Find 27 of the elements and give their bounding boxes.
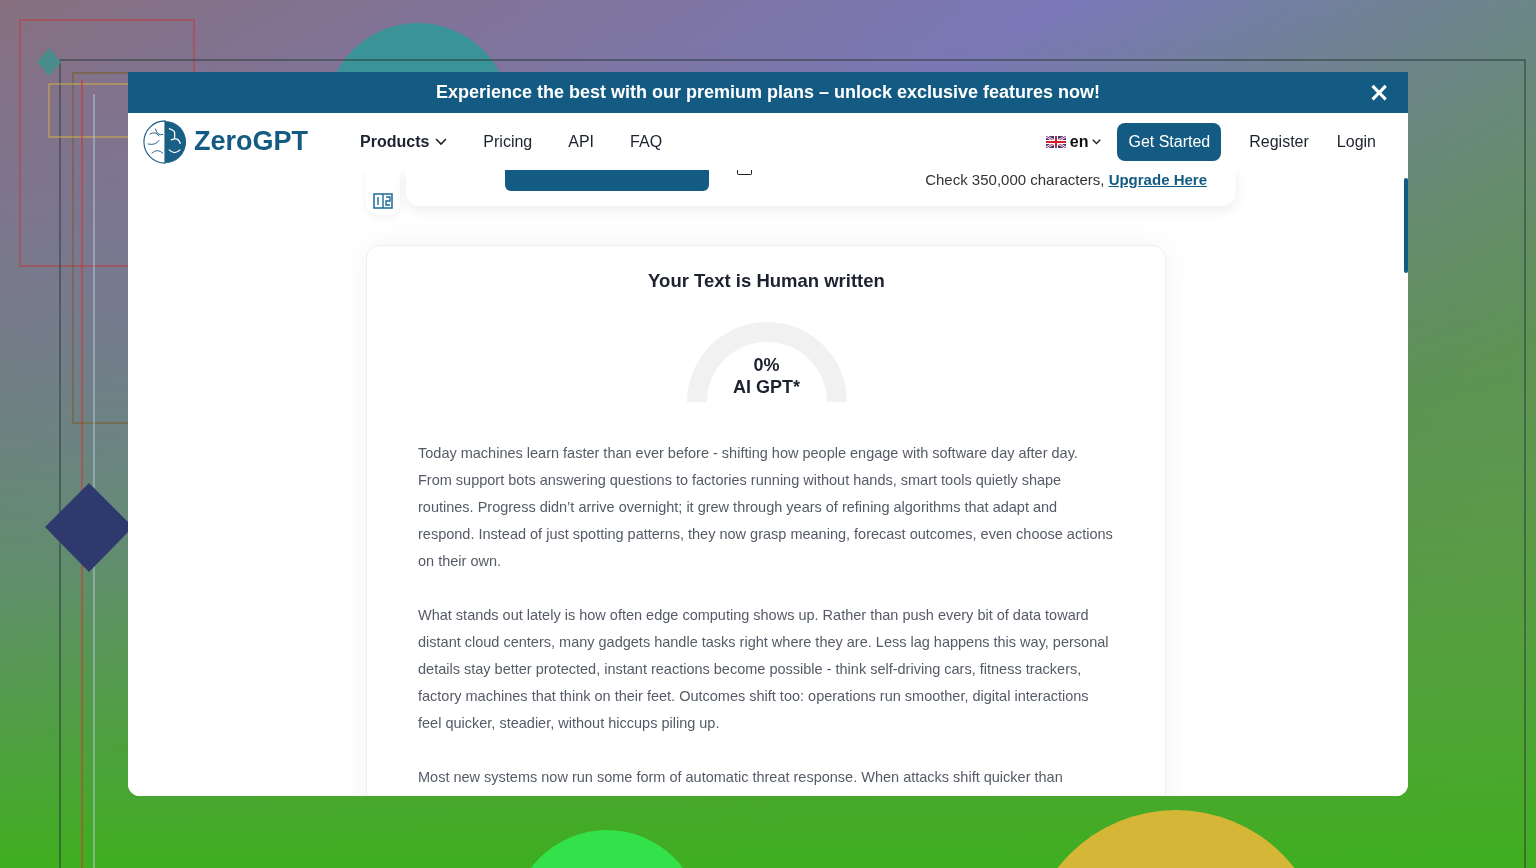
result-paragraph: Most new systems now run some form of automatic threat response. When attacks shift quicker than bbox=[418, 768, 1064, 787]
products-menu[interactable]: Products bbox=[360, 132, 448, 151]
promo-text: Experience the best with our premium plans – unlock exclusive features now! bbox=[435, 82, 1101, 103]
score-label: AI GPT* bbox=[733, 376, 800, 398]
language-selector[interactable]: en bbox=[1045, 132, 1102, 151]
result-title: Your Text is Human written bbox=[648, 270, 885, 292]
logo-text: ZeroGPT bbox=[194, 126, 308, 157]
nav-link[interactable]: FAQ bbox=[630, 132, 663, 151]
nav-link[interactable]: API bbox=[568, 132, 595, 151]
score-value: 0% bbox=[753, 354, 780, 376]
auth-link[interactable]: Login bbox=[1336, 132, 1376, 151]
close-button[interactable]: × bbox=[1368, 80, 1390, 104]
scrollbar-thumb[interactable] bbox=[1404, 178, 1408, 273]
limit-text: Check 350,000 characters, Upgrade Here bbox=[925, 171, 1207, 188]
small-diamond bbox=[37, 48, 61, 76]
chevron-down-icon bbox=[1092, 138, 1102, 145]
auth-link[interactable]: Register bbox=[1249, 132, 1309, 151]
result-paragraph: What stands out lately is how often edge computing shows up. Rather than push every bit of data toward distant cloud centers, many gadgets handle tasks right where they are. Less lag happens this way, personal details stay better protected, instant reactions become possible - think self-driving cars, fitness trackers, factory machines that think on their feet. Outcomes shift too: operations run smoother, digital interactions feel quicker, steadier, without hiccups piling up. bbox=[418, 606, 1110, 733]
nav-link[interactable]: Pricing bbox=[483, 132, 533, 151]
result-paragraph: Today machines learn faster than ever before - shifting how people engage with software day after day. From support bots answering questions to factories running without hands, smart tools quietly shape routines. Progress didn’t arrive overnight; it grew through years of refining algorithms that adapt and respond. Instead of just spotting patterns, they now grasp meaning, forecast outcomes, even choose actions on their own. bbox=[418, 444, 1114, 571]
get-started-button[interactable]: Get Started bbox=[1117, 122, 1222, 161]
flag-icon bbox=[1045, 135, 1066, 148]
numbers-icon[interactable] bbox=[373, 193, 393, 209]
chevron-down-icon bbox=[435, 137, 448, 146]
brain-logo-icon bbox=[142, 118, 188, 165]
upload-checkbox[interactable] bbox=[737, 170, 752, 175]
upgrade-link[interactable]: Upgrade Here bbox=[1108, 171, 1207, 188]
